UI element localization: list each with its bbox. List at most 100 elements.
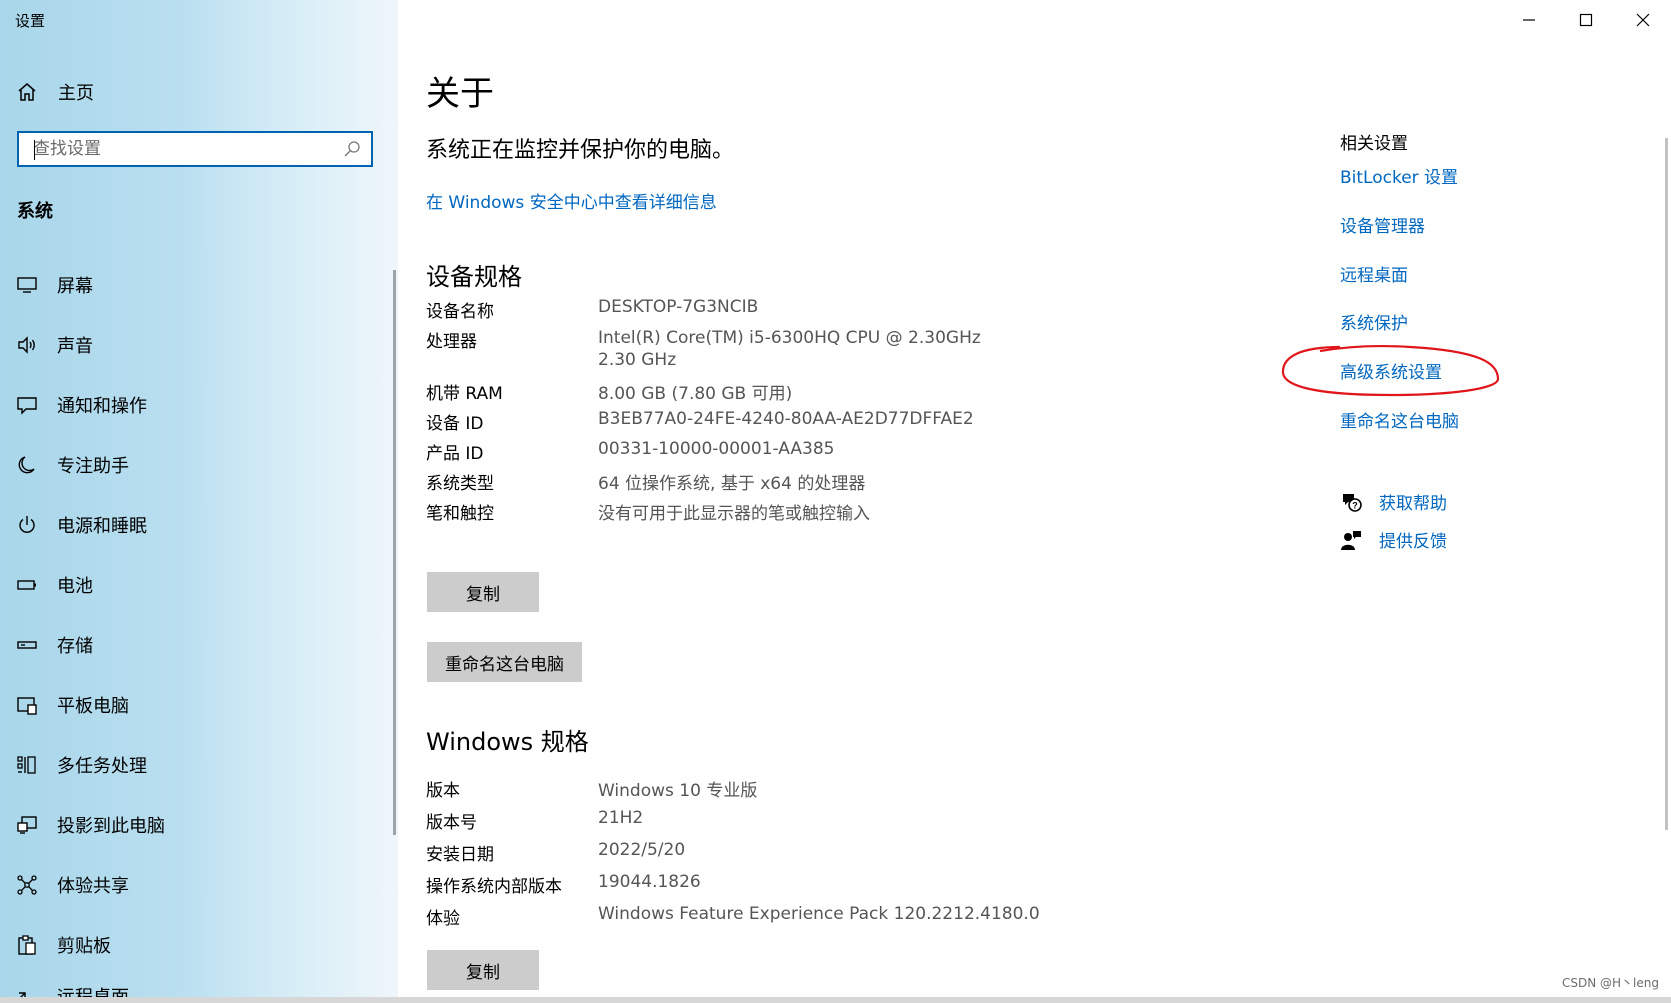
- windows-specs-table: 版本 Windows 10 专业版 版本号 21H2 安装日期 2022/5/2…: [426, 776, 1126, 936]
- watermark: CSDN @H丶leng: [1562, 976, 1659, 990]
- spec-label: 设备名称: [426, 302, 494, 322]
- copy-windows-specs-button[interactable]: 复制: [427, 950, 539, 990]
- sidebar-nav: 屏幕 声音 通知和操作 专注助手 电源和睡眠 电池 存储 平板电脑 多任务处理 …: [0, 255, 390, 975]
- sidebar-item-label: 剪贴板: [57, 936, 111, 957]
- spec-row-install-date: 安装日期 2022/5/20: [426, 840, 1126, 872]
- sidebar-scrollbar[interactable]: [393, 270, 396, 835]
- help-chat-icon: ?: [1343, 493, 1362, 512]
- spec-row-version: 版本号 21H2: [426, 808, 1126, 840]
- spec-label: 处理器: [426, 332, 477, 352]
- get-help-link[interactable]: ? 获取帮助: [1340, 489, 1447, 514]
- sidebar-item-display[interactable]: 屏幕: [0, 255, 390, 315]
- notification-icon: [17, 397, 37, 415]
- spec-value: 8.00 GB (7.80 GB 可用): [598, 384, 793, 404]
- spec-row-pen-touch: 笔和触控 没有可用于此显示器的笔或触控输入: [426, 499, 1126, 529]
- copy-device-specs-button[interactable]: 复制: [427, 572, 539, 612]
- spec-value: B3EB77A0-24FE-4240-80AA-AE2D77DFFAE2: [598, 409, 974, 429]
- tablet-icon: [17, 697, 37, 715]
- sidebar-item-project-to-pc[interactable]: 投影到此电脑: [0, 795, 390, 855]
- related-settings-heading: 相关设置: [1340, 134, 1408, 154]
- sidebar: 设置 主页 系统 屏幕 声音 通知和操作 专注助手: [0, 0, 398, 1003]
- monitor-icon: [17, 277, 37, 293]
- sidebar-item-storage[interactable]: 存储: [0, 615, 390, 675]
- search-input[interactable]: [19, 134, 343, 164]
- main-content: 关于 系统正在监控并保护你的电脑。 在 Windows 安全中心中查看详细信息 …: [398, 0, 1658, 1003]
- spec-value: 没有可用于此显示器的笔或触控输入: [598, 504, 870, 524]
- spec-value: Windows Feature Experience Pack 120.2212…: [598, 904, 1040, 924]
- spec-label: 系统类型: [426, 474, 494, 494]
- spec-row-ram: 机带 RAM 8.00 GB (7.80 GB 可用): [426, 379, 1126, 409]
- section-title: 系统: [17, 201, 53, 222]
- spec-label: 版本号: [426, 813, 477, 833]
- spec-label: 安装日期: [426, 845, 494, 865]
- spec-row-os-build: 操作系统内部版本 19044.1826: [426, 872, 1126, 904]
- spec-value: 2022/5/20: [598, 840, 686, 860]
- main-scrollbar[interactable]: [1665, 138, 1668, 830]
- rename-pc-link[interactable]: 重命名这台电脑: [1340, 407, 1459, 432]
- sidebar-item-multitasking[interactable]: 多任务处理: [0, 735, 390, 795]
- get-help-label: 获取帮助: [1379, 494, 1447, 514]
- home-button[interactable]: 主页: [16, 78, 94, 106]
- device-specs-heading: 设备规格: [426, 263, 522, 291]
- spec-label: 产品 ID: [426, 444, 484, 464]
- storage-icon: [17, 641, 37, 649]
- give-feedback-link[interactable]: 提供反馈: [1340, 527, 1447, 552]
- spec-row-system-type: 系统类型 64 位操作系统, 基于 x64 的处理器: [426, 469, 1126, 499]
- spec-label: 设备 ID: [426, 414, 484, 434]
- spec-label: 笔和触控: [426, 504, 494, 524]
- moon-icon: [18, 456, 35, 474]
- spec-value-line2: 2.30 GHz: [598, 350, 677, 370]
- sidebar-item-focus-assist[interactable]: 专注助手: [0, 435, 390, 495]
- device-specs-table: 设备名称 DESKTOP-7G3NCIB 处理器 Intel(R) Core(T…: [426, 297, 1126, 529]
- search-box[interactable]: [17, 131, 373, 167]
- sidebar-item-label: 体验共享: [57, 876, 129, 897]
- sidebar-item-label: 电源和睡眠: [57, 516, 147, 537]
- power-icon: [19, 516, 35, 533]
- spec-label: 体验: [426, 909, 460, 929]
- sidebar-item-sound[interactable]: 声音: [0, 315, 390, 375]
- sidebar-item-battery[interactable]: 电池: [0, 555, 390, 615]
- spec-value: 19044.1826: [598, 872, 701, 892]
- spec-row-device-name: 设备名称 DESKTOP-7G3NCIB: [426, 297, 1126, 327]
- speaker-icon: [18, 336, 35, 354]
- bitlocker-settings-link[interactable]: BitLocker 设置: [1340, 163, 1458, 188]
- system-protection-link[interactable]: 系统保护: [1340, 309, 1408, 334]
- battery-icon: [17, 580, 36, 590]
- advanced-system-settings-link[interactable]: 高级系统设置: [1340, 358, 1442, 383]
- search-icon[interactable]: [343, 140, 361, 158]
- spec-row-product-id: 产品 ID 00331-10000-00001-AA385: [426, 439, 1126, 469]
- sidebar-item-shared-experiences[interactable]: 体验共享: [0, 855, 390, 915]
- device-manager-link[interactable]: 设备管理器: [1340, 212, 1425, 237]
- feedback-icon: [1341, 530, 1361, 550]
- sidebar-item-clipboard[interactable]: 剪贴板: [0, 915, 390, 975]
- spec-value: 21H2: [598, 808, 644, 828]
- rename-pc-button[interactable]: 重命名这台电脑: [427, 642, 582, 682]
- protection-status: 系统正在监控并保护你的电脑。: [426, 138, 735, 163]
- sidebar-item-power-sleep[interactable]: 电源和睡眠: [0, 495, 390, 555]
- home-icon: [18, 83, 36, 101]
- svg-text:?: ?: [1352, 500, 1358, 510]
- spec-row-edition: 版本 Windows 10 专业版: [426, 776, 1126, 808]
- spec-value: Intel(R) Core(TM) i5-6300HQ CPU @ 2.30GH…: [598, 328, 981, 348]
- window-title: 设置: [15, 12, 46, 30]
- sidebar-item-label: 专注助手: [57, 456, 129, 477]
- multitask-icon: [17, 756, 36, 774]
- spec-value: 64 位操作系统, 基于 x64 的处理器: [598, 474, 866, 494]
- sidebar-item-label: 平板电脑: [57, 696, 129, 717]
- remote-desktop-link[interactable]: 远程桌面: [1340, 261, 1408, 286]
- give-feedback-label: 提供反馈: [1379, 532, 1447, 552]
- windows-specs-heading: Windows 规格: [426, 728, 589, 756]
- spec-label: 操作系统内部版本: [426, 877, 562, 897]
- spec-row-processor: 处理器 Intel(R) Core(TM) i5-6300HQ CPU @ 2.…: [426, 327, 1126, 379]
- sidebar-item-label: 屏幕: [57, 276, 93, 297]
- sidebar-item-label: 电池: [57, 576, 93, 597]
- spec-row-device-id: 设备 ID B3EB77A0-24FE-4240-80AA-AE2D77DFFA…: [426, 409, 1126, 439]
- sidebar-item-tablet[interactable]: 平板电脑: [0, 675, 390, 735]
- security-center-link[interactable]: 在 Windows 安全中心中查看详细信息: [426, 188, 717, 213]
- sidebar-item-label: 通知和操作: [57, 396, 147, 417]
- sidebar-item-label: 多任务处理: [57, 756, 147, 777]
- spec-value: 00331-10000-00001-AA385: [598, 439, 835, 459]
- spec-row-experience: 体验 Windows Feature Experience Pack 120.2…: [426, 904, 1126, 936]
- sidebar-item-notifications[interactable]: 通知和操作: [0, 375, 390, 435]
- share-icon: [17, 875, 37, 895]
